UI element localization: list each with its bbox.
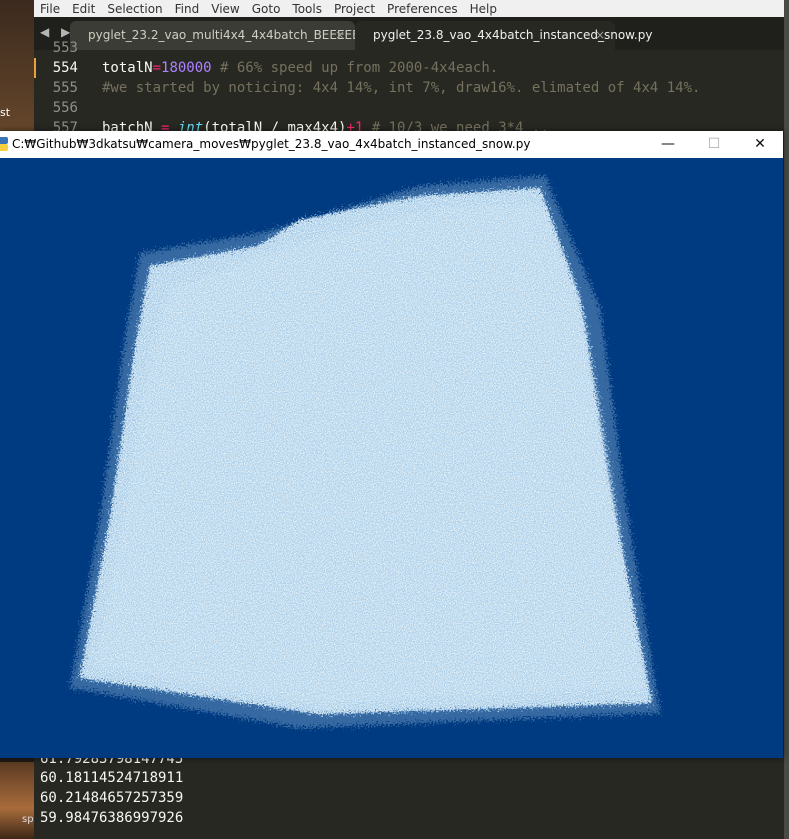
desktop-label-fragment-2: sp [22, 814, 34, 825]
menu-goto[interactable]: Goto [252, 2, 281, 16]
maximize-button[interactable]: ☐ [691, 131, 737, 158]
console-line: 60.18114524718911 [40, 770, 184, 786]
code-line-current: 554 totalN=180000 # 66% speed up from 20… [34, 58, 789, 78]
menu-view[interactable]: View [211, 2, 239, 16]
code-line: 553 [34, 38, 789, 58]
code-line: 555 #we started by noticing: 4x4 14%, in… [34, 78, 789, 98]
menu-find[interactable]: Find [175, 2, 200, 16]
line-number: 555 [52, 80, 78, 96]
menu-project[interactable]: Project [334, 2, 375, 16]
console-output: 61.79283798147745 60.18114524718911 60.2… [34, 751, 789, 839]
console-line: 59.98476386997926 [40, 810, 184, 826]
console-line: 60.21484657257359 [40, 790, 184, 806]
desktop-label-fragment: st [0, 106, 11, 119]
menu-file[interactable]: File [40, 2, 60, 16]
menu-bar: File Edit Selection Find View Goto Tools… [34, 0, 789, 17]
line-number: 556 [52, 100, 78, 116]
menu-help[interactable]: Help [470, 2, 497, 16]
close-button[interactable]: ✕ [737, 131, 783, 158]
minimize-button[interactable]: — [645, 131, 691, 158]
window-title: C:₩Github₩3dkatsu₩camera_moves₩pyglet_23… [12, 137, 531, 151]
code-editor[interactable]: 553 554 totalN=180000 # 66% speed up fro… [34, 40, 789, 140]
code-comment: #we started by noticing: 4x4 14%, int 7%… [102, 80, 701, 96]
line-number: 554 [52, 60, 78, 76]
render-canvas[interactable] [0, 158, 783, 758]
python-icon [0, 137, 8, 151]
window-titlebar[interactable]: C:₩Github₩3dkatsu₩camera_moves₩pyglet_23… [0, 131, 783, 158]
menu-preferences[interactable]: Preferences [387, 2, 458, 16]
snow-particle-render [70, 176, 660, 728]
menu-edit[interactable]: Edit [72, 2, 95, 16]
snow-grain [80, 188, 652, 714]
line-number: 553 [52, 40, 78, 56]
code-line: 556 [34, 98, 789, 118]
minimap-edge [784, 0, 789, 839]
menu-selection[interactable]: Selection [107, 2, 162, 16]
desktop-wallpaper-photo [0, 762, 34, 839]
code-text: totalN=180000 # 66% speed up from 2000-4… [102, 60, 499, 76]
pyglet-window: C:₩Github₩3dkatsu₩camera_moves₩pyglet_23… [0, 131, 783, 758]
menu-tools[interactable]: Tools [292, 2, 322, 16]
